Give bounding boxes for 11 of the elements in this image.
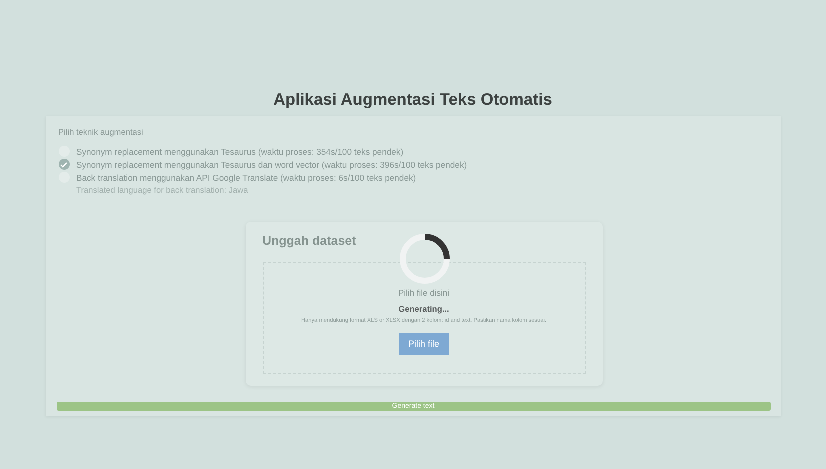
option-label: Back translation menggunakan API Google Translate (waktu proses: 6s/100 teks pendek) <box>76 172 416 182</box>
drop-prompt: Pilih file disini <box>398 288 450 298</box>
technique-label: Pilih teknik augmentasi <box>58 127 144 137</box>
page-title: Aplikasi Augmentasi Teks Otomatis <box>274 91 552 110</box>
spinner-icon <box>398 233 450 285</box>
choose-file-button[interactable]: Pilih file <box>399 333 448 355</box>
upload-title: Unggah dataset <box>262 234 356 248</box>
radio-checked[interactable] <box>58 159 70 170</box>
option-label: Synonym replacement menggunakan Tesaurus (waktu proses: 354s/100 teks pendek) <box>76 146 404 156</box>
option-label: Synonym replacement menggunakan Tesaurus dan word vector (waktu proses: 396s/100 teks pendek) <box>76 160 468 170</box>
status-text: Generating... <box>398 304 450 314</box>
